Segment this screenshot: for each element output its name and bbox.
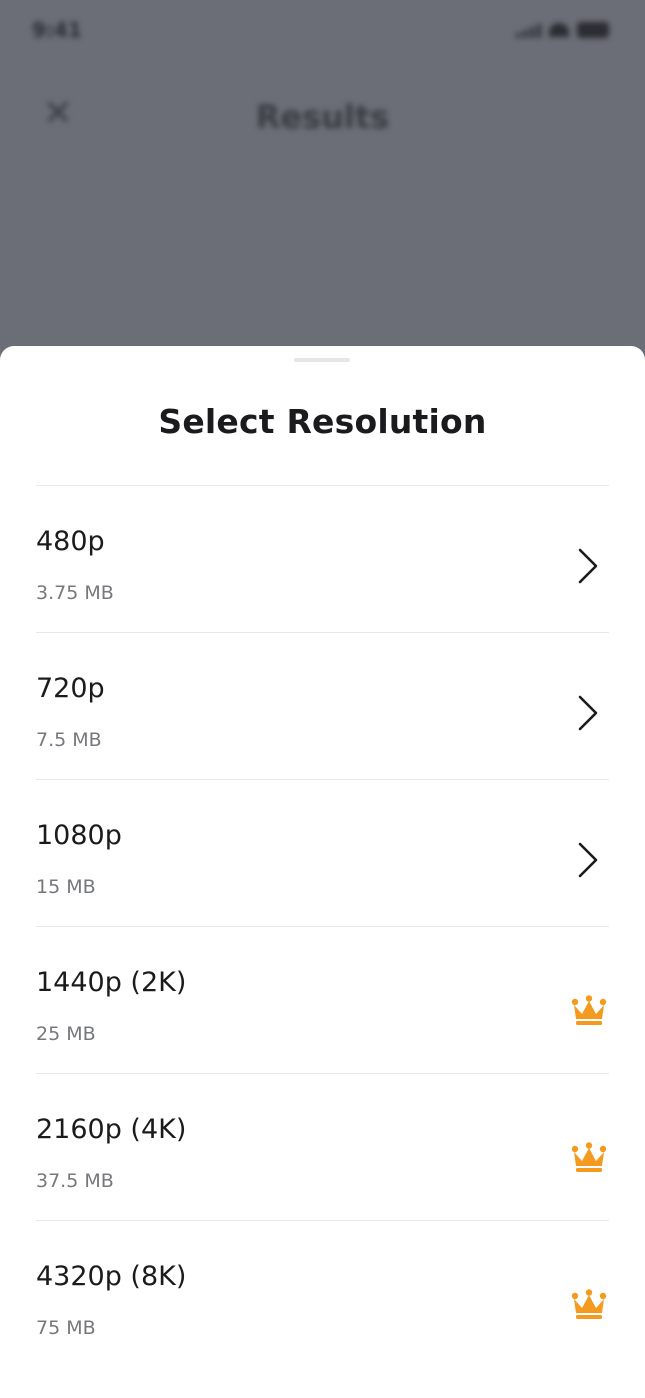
crown-icon	[571, 1289, 607, 1319]
resolution-label: 4320p (8K)	[36, 1261, 187, 1292]
resolution-label: 2160p (4K)	[36, 1114, 187, 1145]
resolution-size: 7.5 MB	[36, 729, 102, 751]
resolution-label: 720p	[36, 673, 105, 704]
wifi-icon	[549, 23, 569, 37]
crown-icon	[571, 995, 607, 1025]
background-title: Results	[255, 98, 390, 136]
background-screen: 9:41 ✕ Results	[0, 0, 645, 360]
resolution-size: 37.5 MB	[36, 1170, 114, 1192]
resolution-option-2160p[interactable]: 2160p (4K) 37.5 MB	[36, 1074, 609, 1221]
sheet-title: Select Resolution	[158, 402, 487, 441]
crown-icon	[571, 1142, 607, 1172]
resolution-label: 1440p (2K)	[36, 967, 187, 998]
chevron-right-icon	[578, 695, 598, 731]
status-time: 9:41	[32, 18, 82, 42]
resolution-option-4320p[interactable]: 4320p (8K) 75 MB	[36, 1221, 609, 1367]
resolution-label: 480p	[36, 526, 105, 557]
background-header: ✕ Results	[0, 80, 645, 160]
chevron-right-icon	[578, 842, 598, 878]
status-icons	[516, 22, 609, 38]
resolution-bottom-sheet: Select Resolution 480p 3.75 MB 720p 7.5 …	[0, 346, 645, 1398]
resolution-option-1080p[interactable]: 1080p 15 MB	[36, 780, 609, 927]
battery-icon	[577, 22, 609, 38]
resolution-option-1440p[interactable]: 1440p (2K) 25 MB	[36, 927, 609, 1074]
resolution-size: 25 MB	[36, 1023, 96, 1045]
resolution-size: 3.75 MB	[36, 582, 114, 604]
signal-icon	[516, 22, 541, 38]
resolution-size: 15 MB	[36, 876, 96, 898]
resolution-list: 480p 3.75 MB 720p 7.5 MB 1080p 15 MB 144…	[36, 486, 609, 1367]
chevron-right-icon	[578, 548, 598, 584]
resolution-label: 1080p	[36, 820, 122, 851]
resolution-option-480p[interactable]: 480p 3.75 MB	[36, 486, 609, 633]
resolution-option-720p[interactable]: 720p 7.5 MB	[36, 633, 609, 780]
sheet-grabber[interactable]	[294, 358, 350, 362]
status-bar: 9:41	[0, 0, 645, 64]
resolution-size: 75 MB	[36, 1317, 96, 1339]
